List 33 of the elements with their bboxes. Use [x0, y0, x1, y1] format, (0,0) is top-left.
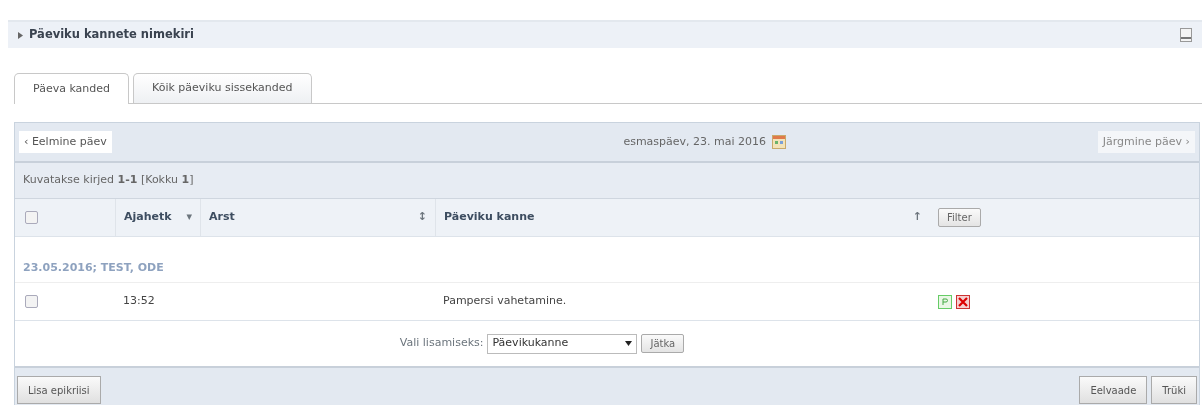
footer-button[interactable]: Trüki — [1151, 376, 1197, 404]
column-label: Ajahetk — [124, 209, 172, 226]
sort-icon[interactable]: ▾ — [186, 209, 192, 226]
dropdown-arrow-icon[interactable] — [625, 341, 633, 346]
calendar-icon[interactable] — [772, 135, 787, 149]
records-count-text: Kuvatakse kirjed 1-1 [Kokku 1] — [23, 172, 194, 189]
filter-button[interactable]: Filter — [938, 208, 981, 227]
type-select[interactable]: Päevikukanne — [487, 333, 638, 354]
date-text: esmaspäev, 23. mai 2016 — [623, 133, 767, 150]
select-all-checkbox[interactable] — [25, 211, 38, 224]
column-label: Päeviku kanne — [444, 209, 535, 226]
sort-icon[interactable]: ↑ — [912, 209, 922, 226]
sort-icon[interactable]: ↕ — [417, 209, 427, 226]
group-title: 23.05.2016; TEST, ODE — [23, 259, 164, 276]
footer-button[interactable]: Eelvaade — [1079, 376, 1148, 404]
continue-button[interactable]: Jätka — [641, 334, 685, 353]
column-header[interactable]: Arst ↕ — [200, 199, 435, 236]
column-label: Arst — [209, 209, 235, 226]
tab[interactable]: Päeva kanded — [14, 73, 130, 104]
add-type-label: Vali lisamiseks: — [399, 335, 484, 352]
edit-icon[interactable] — [938, 294, 952, 309]
delete-icon[interactable] — [956, 294, 970, 309]
tab[interactable]: Kõik päeviku sissekanded — [133, 73, 312, 103]
time-cell: 13:52 — [123, 294, 155, 308]
expand-triangle-icon[interactable] — [18, 31, 23, 39]
column-header[interactable]: Ajahetk ▾ — [115, 199, 200, 236]
column-header[interactable]: Päeviku kanne ↑ — [435, 199, 930, 236]
entry-cell: Pampersi vahetamine. — [443, 294, 567, 308]
panel-title: Päeviku kannete nimekiri — [29, 26, 194, 44]
minimize-button[interactable] — [1180, 28, 1192, 42]
previous-day-button[interactable]: ‹ Eelmine päev — [19, 130, 112, 154]
footer-button[interactable]: Lisa epikriisi — [17, 376, 101, 404]
row-checkbox[interactable] — [25, 295, 38, 308]
